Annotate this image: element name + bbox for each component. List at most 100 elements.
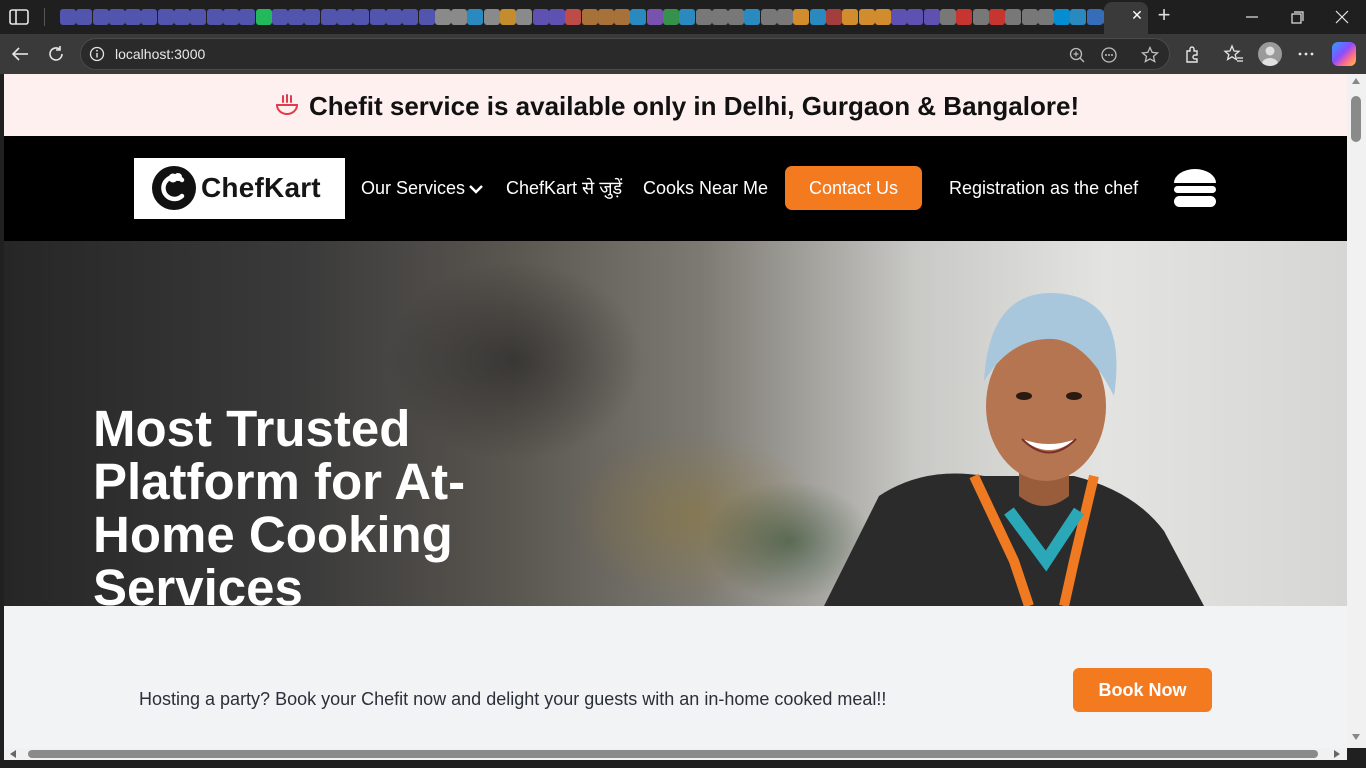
tab-favicon[interactable] [940, 9, 957, 25]
tab-favicon[interactable] [174, 9, 191, 25]
favorites-icon[interactable] [1223, 43, 1245, 65]
scroll-left-icon[interactable] [10, 750, 16, 758]
tab-favicon[interactable] [581, 9, 598, 25]
tab-favicon[interactable] [516, 9, 533, 25]
tab-favicon[interactable] [646, 9, 663, 25]
extensions-icon[interactable] [1182, 43, 1204, 65]
tab-favicon[interactable] [972, 9, 989, 25]
nav-cooks-near-me[interactable]: Cooks Near Me [643, 176, 768, 200]
star-icon[interactable] [1140, 45, 1160, 65]
nav-our-services[interactable]: Our Services [361, 176, 465, 200]
tab-favicon[interactable] [777, 9, 794, 25]
tab-favicon[interactable] [190, 9, 207, 25]
tab-favicon[interactable] [1005, 9, 1022, 25]
zoom-icon[interactable] [1067, 45, 1087, 65]
tab-favicon[interactable] [1021, 9, 1038, 25]
tab-favicon[interactable] [402, 9, 419, 25]
hamburger-menu-icon[interactable] [1172, 168, 1218, 210]
nav-registration-chef[interactable]: Registration as the chef [949, 176, 1138, 200]
book-now-button[interactable]: Book Now [1073, 668, 1212, 712]
tab-favicons[interactable] [60, 7, 1116, 27]
chefkart-logo[interactable]: ChefKart [134, 158, 345, 219]
tab-favicon[interactable] [825, 9, 842, 25]
tab-favicon[interactable] [353, 9, 370, 25]
tab-favicon[interactable] [271, 9, 288, 25]
tab-favicon[interactable] [695, 9, 712, 25]
tab-favicon[interactable] [483, 9, 500, 25]
minimize-icon[interactable] [1240, 5, 1264, 29]
tab-favicon[interactable] [369, 9, 386, 25]
tab-favicon[interactable] [385, 9, 402, 25]
tab-favicon[interactable] [565, 9, 582, 25]
tab-favicon[interactable] [630, 9, 647, 25]
tab-favicon[interactable] [1070, 9, 1087, 25]
scroll-right-icon[interactable] [1334, 750, 1340, 758]
copilot-icon[interactable] [1332, 42, 1356, 66]
site-info-icon[interactable] [89, 46, 105, 62]
tab-favicon[interactable] [1054, 9, 1071, 25]
more-icon[interactable] [1295, 43, 1317, 65]
horizontal-scroll-thumb[interactable] [28, 750, 1318, 758]
tab-favicon[interactable] [744, 9, 761, 25]
tab-favicon[interactable] [337, 9, 354, 25]
tab-favicon[interactable] [222, 9, 239, 25]
vertical-scrollbar[interactable] [1347, 74, 1366, 748]
contact-us-button[interactable]: Contact Us [785, 166, 922, 210]
scroll-up-icon[interactable] [1352, 78, 1360, 84]
tab-favicon[interactable] [1037, 9, 1054, 25]
vertical-scroll-thumb[interactable] [1351, 96, 1361, 142]
reading-mode-icon[interactable] [1099, 45, 1119, 65]
tab-favicon[interactable] [76, 9, 93, 25]
tab-favicon[interactable] [60, 9, 76, 25]
address-bar[interactable]: localhost:3000 [80, 38, 1170, 70]
tab-actions-icon[interactable] [8, 7, 30, 27]
tab-favicon[interactable] [597, 9, 614, 25]
tab-favicon[interactable] [320, 9, 337, 25]
tab-favicon[interactable] [92, 9, 109, 25]
tab-favicon[interactable] [793, 9, 810, 25]
tab-favicon[interactable] [728, 9, 745, 25]
scroll-down-icon[interactable] [1352, 734, 1360, 740]
tab-favicon[interactable] [1086, 9, 1103, 25]
reload-icon[interactable] [45, 43, 67, 65]
url-text[interactable]: localhost:3000 [115, 46, 205, 62]
tab-favicon[interactable] [467, 9, 484, 25]
tab-favicon[interactable] [614, 9, 631, 25]
close-window-icon[interactable] [1330, 5, 1354, 29]
tab-favicon[interactable] [157, 9, 174, 25]
tab-favicon[interactable] [662, 9, 679, 25]
tab-favicon[interactable] [108, 9, 125, 25]
tab-favicon[interactable] [842, 9, 859, 25]
tab-favicon[interactable] [858, 9, 875, 25]
tab-favicon[interactable] [988, 9, 1005, 25]
tab-favicon[interactable] [451, 9, 468, 25]
tab-favicon[interactable] [548, 9, 565, 25]
back-arrow-icon[interactable] [9, 43, 31, 65]
tab-favicon[interactable] [711, 9, 728, 25]
tab-favicon[interactable] [255, 9, 272, 25]
tab-favicon[interactable] [891, 9, 908, 25]
tab-favicon[interactable] [809, 9, 826, 25]
tab-favicon[interactable] [500, 9, 517, 25]
tab-favicon[interactable] [760, 9, 777, 25]
tab-favicon[interactable] [874, 9, 891, 25]
tab-favicon[interactable] [206, 9, 223, 25]
tab-favicon[interactable] [418, 9, 435, 25]
tab-favicon[interactable] [679, 9, 696, 25]
nav-join-chefkart[interactable]: ChefKart से जुड़ें [506, 176, 622, 200]
tab-favicon[interactable] [141, 9, 158, 25]
tab-favicon[interactable] [956, 9, 973, 25]
tab-favicon[interactable] [532, 9, 549, 25]
close-tab-icon[interactable]: ✕ [1130, 8, 1144, 22]
profile-avatar[interactable] [1258, 42, 1282, 66]
chevron-down-icon[interactable] [467, 180, 485, 198]
restore-icon[interactable] [1285, 5, 1309, 29]
tab-favicon[interactable] [304, 9, 321, 25]
new-tab-icon[interactable]: + [1153, 4, 1175, 27]
tab-favicon[interactable] [434, 9, 451, 25]
tab-favicon[interactable] [923, 9, 940, 25]
horizontal-scrollbar[interactable] [4, 748, 1347, 760]
tab-favicon[interactable] [907, 9, 924, 25]
tab-favicon[interactable] [125, 9, 142, 25]
tab-favicon[interactable] [239, 9, 256, 25]
